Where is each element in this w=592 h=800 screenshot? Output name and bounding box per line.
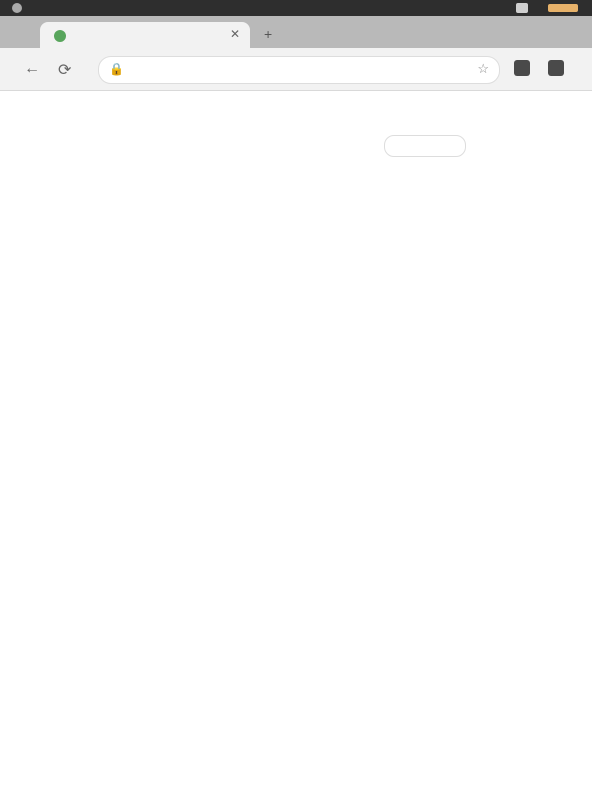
info-box xyxy=(16,132,576,180)
search-scope-tabs xyxy=(18,94,119,114)
close-icon[interactable]: ✕ xyxy=(230,27,240,41)
menu-icon[interactable] xyxy=(548,60,564,76)
info-pill[interactable] xyxy=(384,135,466,157)
address-bar[interactable]: 🔒 ☆ xyxy=(98,56,500,84)
browser-toolbar: ← ⟳ 🔒 ☆ xyxy=(0,48,592,91)
star-icon[interactable]: ☆ xyxy=(477,61,489,77)
browser-tab[interactable]: ✕ xyxy=(40,22,250,48)
browser-tab-strip: ✕ + xyxy=(0,16,592,48)
refresh-icon[interactable]: ⟳ xyxy=(58,60,71,80)
wifi-icon xyxy=(516,3,528,13)
battery-icon xyxy=(548,4,578,12)
system-status-bar xyxy=(0,0,592,16)
page-content xyxy=(16,120,576,346)
favicon-icon xyxy=(54,30,66,42)
notification-icon xyxy=(12,3,22,13)
extension-icon[interactable] xyxy=(514,60,530,76)
back-icon[interactable]: ← xyxy=(24,60,40,78)
lock-icon: 🔒 xyxy=(109,62,124,76)
plus-icon[interactable]: + xyxy=(264,26,290,44)
